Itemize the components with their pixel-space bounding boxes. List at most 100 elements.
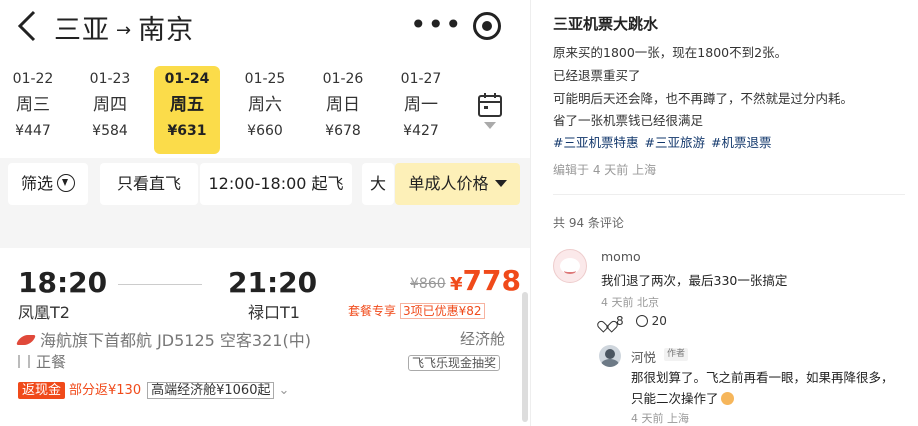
comment-meta: 4 天前 北京	[601, 296, 659, 309]
date-cell[interactable]: 01-23 周四 ¥584	[77, 66, 143, 154]
date-price: ¥584	[92, 123, 128, 139]
heart-icon[interactable]	[601, 316, 612, 326]
emoji-icon	[720, 392, 734, 405]
route-arrow: →	[116, 20, 133, 41]
reply-avatar[interactable]	[599, 345, 621, 367]
reply-author-name[interactable]: 河悦	[631, 347, 656, 366]
premium-economy-badge: 高端经济舱¥1060起	[147, 382, 275, 399]
chevron-down-icon[interactable]: ⌄	[278, 383, 289, 398]
scrollbar[interactable]	[522, 292, 528, 422]
date-label: 01-25	[244, 71, 286, 87]
discount-badge: 3项已优惠¥82	[400, 303, 485, 319]
route-origin: 三亚	[54, 15, 110, 46]
weekday-label: 周三	[16, 95, 50, 115]
package-info: 套餐专享 3项已优惠¥82	[348, 302, 485, 319]
date-price: ¥660	[247, 123, 283, 139]
airline-info: 海航旗下首都航 JD5125 空客321(中)	[16, 327, 311, 351]
price-mode-label: 单成人价格	[408, 174, 489, 193]
date-cell[interactable]: 01-26 周日 ¥678	[310, 66, 376, 154]
author-badge: 作者	[664, 348, 689, 361]
dropdown-arrow-icon	[494, 180, 507, 187]
comment-count: 共 94 条评论	[553, 216, 624, 230]
meal-info: 正餐	[18, 351, 66, 372]
reply-text-line: 只能二次操作了	[631, 388, 734, 407]
close-target-icon[interactable]	[473, 12, 501, 40]
date-price: ¥427	[403, 123, 439, 139]
weekday-label: 周六	[248, 95, 282, 115]
airline-logo-icon	[16, 335, 36, 345]
route-destination: 南京	[138, 15, 195, 46]
hashtag-link[interactable]: #三亚机票特惠	[553, 135, 638, 150]
current-price: ¥778	[450, 264, 521, 297]
price-value: 778	[462, 264, 521, 297]
date-label: 01-23	[89, 71, 131, 87]
date-label: 01-24	[164, 71, 210, 87]
calendar-icon[interactable]	[475, 90, 505, 120]
weekday-label: 周五	[170, 95, 204, 115]
hashtag-link[interactable]: #机票退票	[711, 135, 771, 150]
route-line	[118, 284, 202, 285]
date-label: 01-27	[400, 71, 442, 87]
date-cell-selected[interactable]: 01-24 周五 ¥631	[154, 66, 220, 154]
date-price: ¥631	[167, 123, 207, 139]
list-gap	[0, 210, 530, 248]
post-title: 三亚机票大跳水	[553, 15, 659, 33]
truncated-filter-button[interactable]: 大	[362, 163, 394, 205]
mini-program-capsule: •••	[402, 6, 520, 46]
departure-airport: 凤凰T2	[18, 303, 70, 322]
filter-icon	[57, 174, 75, 192]
reply-meta: 4 天前 上海	[631, 412, 689, 425]
reply-text: 只能二次操作了	[631, 391, 719, 406]
cashback-tag: 返现金	[18, 382, 66, 399]
back-arrow-icon[interactable]	[12, 8, 42, 44]
post-body-line: 省了一张机票钱已经很满足	[553, 113, 704, 128]
departure-time: 18:20	[18, 266, 108, 299]
expand-caret-icon[interactable]	[484, 122, 496, 129]
filter-button[interactable]: 筛选	[8, 163, 88, 205]
weekday-label: 周四	[93, 95, 127, 115]
post-body-line: 已经退票重买了	[553, 68, 641, 83]
meal-label: 正餐	[36, 353, 67, 371]
package-label: 套餐专享	[348, 304, 397, 318]
divider	[553, 194, 905, 195]
weekday-label: 周日	[326, 95, 360, 115]
filter-bar: 筛选 只看直飞 12:00-18:00 起飞 大 单成人价格	[0, 158, 530, 210]
meal-icon	[18, 355, 30, 368]
currency-symbol: ¥	[450, 274, 463, 295]
hashtag-link[interactable]: #三亚旅游	[644, 135, 704, 150]
lottery-badge: 飞飞乐现金抽奖	[408, 355, 501, 371]
arrival-airport: 禄口T1	[248, 303, 300, 322]
date-selector: 01-22 周三 ¥447 01-23 周四 ¥584 01-24 周五 ¥63…	[0, 66, 530, 156]
top-bar: 三亚 → 南京 •••	[0, 0, 530, 56]
date-price: ¥447	[15, 123, 51, 139]
route-title: 三亚 → 南京	[54, 8, 194, 47]
flight-card[interactable]: 18:20 凤凰T2 21:20 禄口T1 ¥860 ¥778 套餐专享 3项已优…	[0, 248, 530, 426]
date-cell[interactable]: 01-22 周三 ¥447	[0, 66, 66, 154]
time-range-button[interactable]: 12:00-18:00 起飞	[200, 163, 352, 205]
filter-label: 筛选	[20, 174, 53, 193]
edited-timestamp: 编辑于 4 天前 上海	[553, 163, 657, 177]
price-mode-dropdown[interactable]: 单成人价格	[395, 163, 520, 205]
direct-only-button[interactable]: 只看直飞	[100, 163, 198, 205]
cashback-row[interactable]: 返现金 部分返¥130 高端经济舱¥1060起 ⌄	[18, 379, 289, 399]
social-post: 三亚机票大跳水 原来买的1800一张，现在1800不到2张。 已经退票重买了 可…	[530, 0, 918, 426]
date-label: 01-26	[322, 71, 364, 87]
date-cell[interactable]: 01-27 周一 ¥427	[388, 66, 454, 154]
cashback-amount: 部分返¥130	[69, 383, 142, 398]
avatar[interactable]	[553, 249, 587, 283]
date-price: ¥678	[325, 123, 361, 139]
reply-count: 20	[651, 314, 667, 328]
original-price: ¥860	[410, 276, 446, 292]
cabin-class: 经济舱	[460, 330, 506, 348]
arrival-time: 21:20	[228, 266, 318, 299]
hashtag-row: #三亚机票特惠 #三亚旅游 #机票退票	[553, 132, 777, 151]
more-icon[interactable]: •••	[410, 8, 463, 41]
comment-text: 我们退了两次，最后330一张搞定	[601, 273, 788, 288]
commenter-name[interactable]: momo	[601, 249, 641, 264]
comment-bubble-icon[interactable]	[635, 315, 648, 327]
date-cell[interactable]: 01-25 周六 ¥660	[232, 66, 298, 154]
weekday-label: 周一	[404, 95, 438, 115]
flight-app-screenshot: 三亚 → 南京 ••• 01-22 周三 ¥447 01-23 周四 ¥584 01…	[0, 0, 530, 426]
date-label: 01-22	[12, 71, 54, 87]
airline-label: 海航旗下首都航 JD5125 空客321(中)	[40, 331, 311, 350]
